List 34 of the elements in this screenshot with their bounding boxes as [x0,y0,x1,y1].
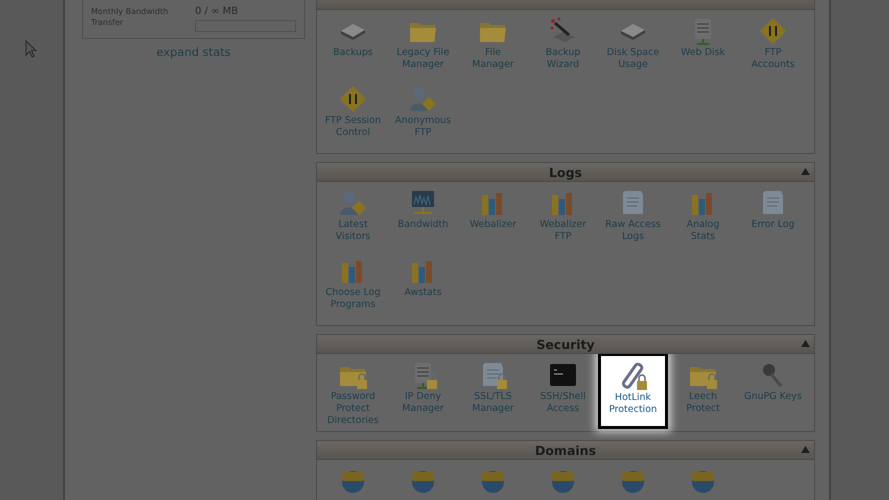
feature-link[interactable]: Backups [318,13,388,81]
feature-link[interactable]: Awstats [388,253,458,321]
collapse-triangle-icon[interactable] [801,446,810,453]
feature-link[interactable]: File Manager [458,13,528,81]
feature-link[interactable]: Webalizer FTP [528,185,598,253]
section-title: Logs [549,164,582,180]
feature-link[interactable]: Choose Log Programs [318,253,388,321]
stat-value: 0 / ∞ MB [195,6,240,17]
feature-link[interactable]: Analog Stats [668,185,738,253]
mouse-cursor-icon [25,40,37,58]
feature-link[interactable]: IP Deny Manager [388,357,458,427]
feature-link[interactable]: Password Protect Directories [318,357,388,427]
section-title: Domains [534,442,596,458]
section-title: Security [536,336,595,352]
feature-link[interactable]: Web Disk [668,13,738,81]
feature-link[interactable]: FTP Accounts [738,13,808,81]
feature-link[interactable]: Disk Space Usage [598,13,668,81]
feature-link[interactable]: HotLink Protection [598,353,668,429]
feature-link[interactable]: FTP Session Control [318,81,388,149]
collapse-triangle-icon[interactable] [801,168,810,175]
feature-link[interactable]: Bandwidth [388,185,458,253]
feature-link[interactable]: Latest Visitors [318,185,388,253]
feature-link[interactable]: Legacy File Manager [388,13,458,81]
feature-link[interactable]: SSL/TLS Manager [458,357,528,427]
expand-stats-link[interactable]: expand stats [156,45,231,59]
feature-link[interactable]: Leech Protect [668,357,738,427]
feature-link[interactable]: Backup Wizard [528,13,598,81]
feature-link[interactable]: Anonymous FTP [388,81,458,149]
feature-link[interactable]: GnuPG Keys [738,357,808,427]
feature-link[interactable]: SSH/Shell Access [528,357,598,427]
feature-link[interactable]: Webalizer [458,185,528,253]
collapse-triangle-icon[interactable] [801,340,810,347]
feature-link[interactable]: Error Log [738,185,808,253]
feature-link[interactable]: Raw Access Logs [598,185,668,253]
